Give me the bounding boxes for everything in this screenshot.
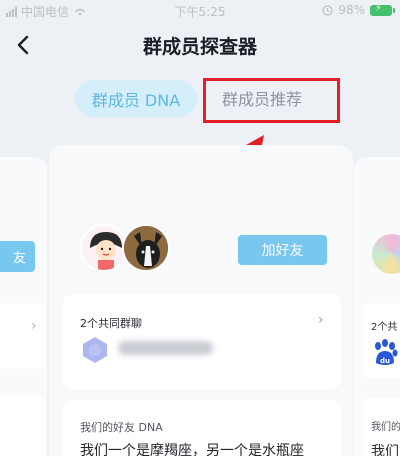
tab-member-dna[interactable]: 群成员 DNA <box>75 80 197 117</box>
page-title: 群成员探查器 <box>142 36 257 58</box>
group-avatar-icon <box>83 337 107 363</box>
annotation-highlight-box <box>203 78 340 123</box>
common-groups-title: 2个共同群聊 <box>80 317 142 330</box>
left-friend-dna-card <box>0 395 46 456</box>
left-add-friend-button[interactable]: 友 <box>0 241 35 272</box>
battery-percent: 98% <box>338 3 365 17</box>
tab-member-dna-label: 群成员 DNA <box>91 90 181 110</box>
add-friend-button[interactable]: 加好友 <box>238 235 327 265</box>
friend-dna-text: 我们一个是摩羯座，另一个是水瓶座 <box>80 443 304 456</box>
friend-dna-label: 我们的好友 DNA <box>80 421 163 434</box>
chevron-right-icon: › <box>31 318 37 334</box>
avatar <box>80 224 128 272</box>
baidu-icon: du <box>375 339 398 365</box>
right-friend-dna-label: 我们的 <box>371 422 400 433</box>
battery-icon: ⚡ <box>370 3 395 16</box>
left-add-friend-label: 友 <box>12 251 26 266</box>
header: 群成员探查器 <box>0 24 400 64</box>
svg-text:du: du <box>380 357 390 365</box>
status-bar: 中国电信 下午5:25 98% ⚡ <box>0 0 400 20</box>
alarm-icon <box>322 4 333 16</box>
right-common-groups-title: 2个共 <box>371 322 398 333</box>
group-name-blurred <box>118 341 213 355</box>
avatar <box>122 224 170 272</box>
right-friend-dna-text: 我们 <box>371 444 399 456</box>
left-common-groups-card[interactable] <box>0 303 46 369</box>
add-friend-label: 加好友 <box>261 243 304 259</box>
screen: 中国电信 下午5:25 98% ⚡ 群成员探查器 群成员 DNA 群成员推荐 友… <box>0 0 400 456</box>
chevron-right-icon[interactable]: › <box>318 312 324 328</box>
status-right: 98% ⚡ <box>322 3 395 17</box>
